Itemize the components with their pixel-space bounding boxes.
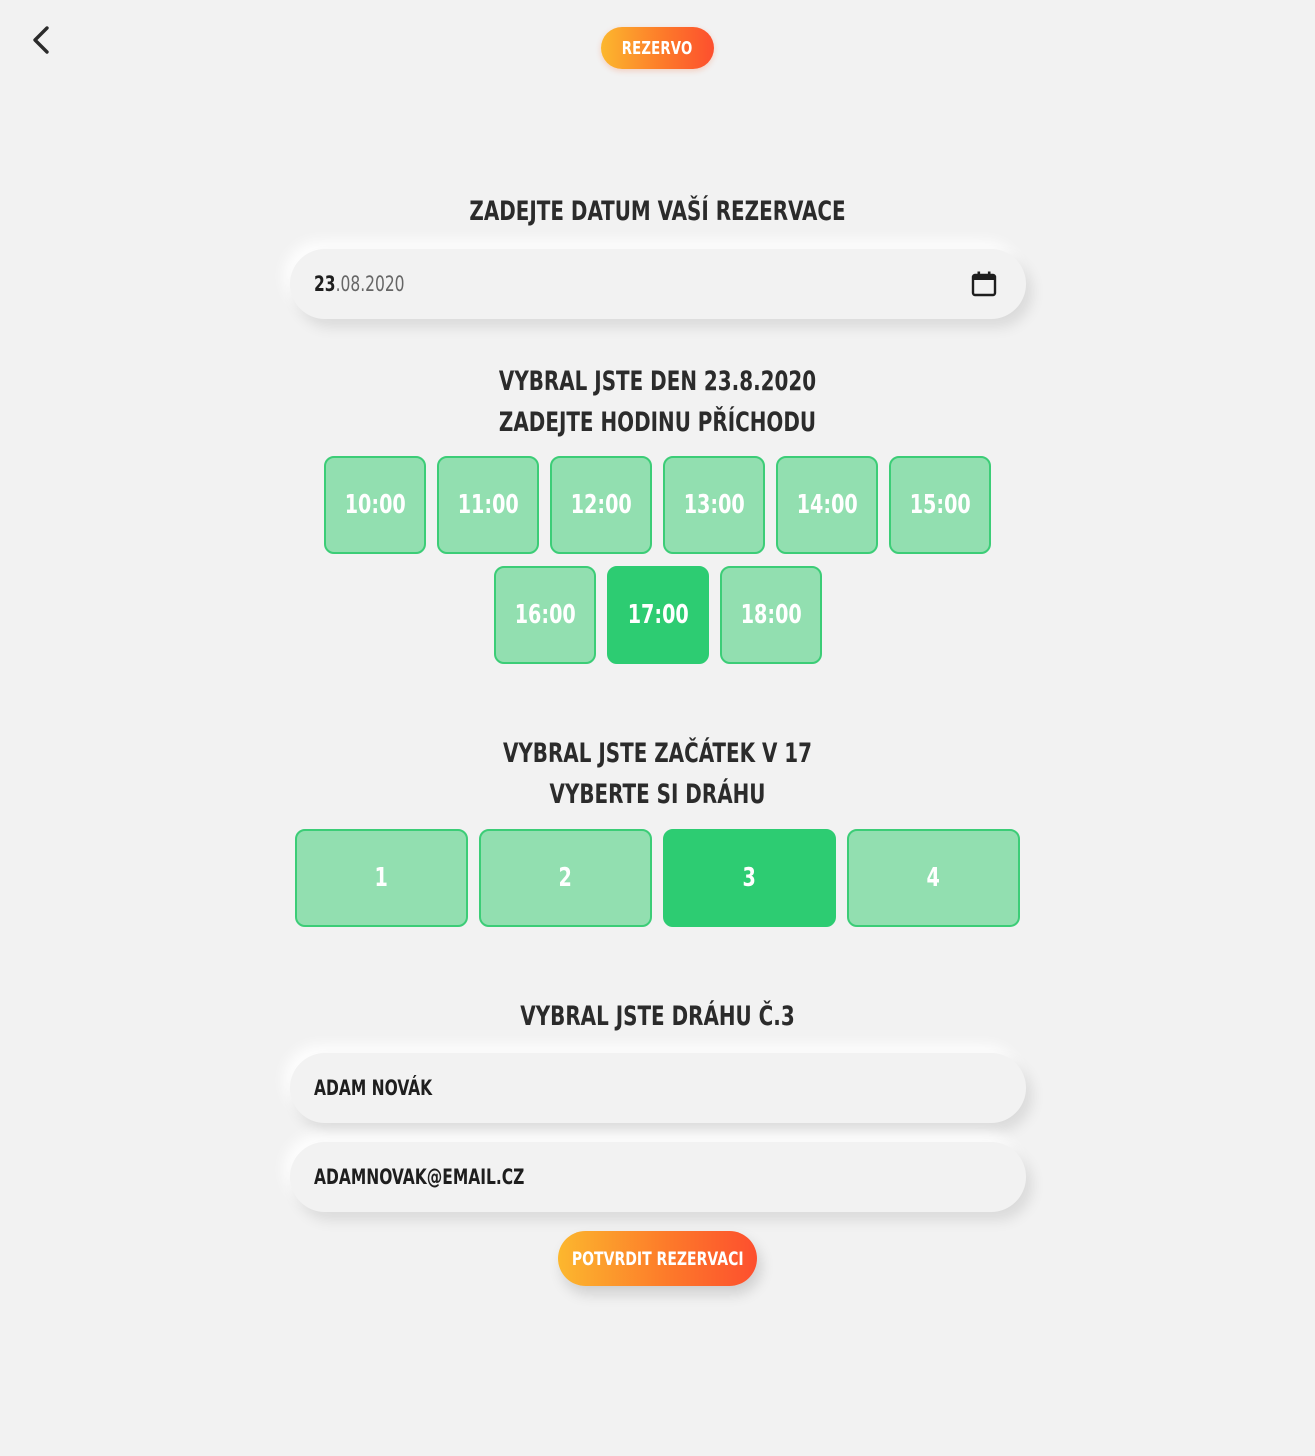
time-slot-label: 18:00 [740, 600, 802, 630]
lane-button-4[interactable]: 4 [847, 829, 1020, 927]
time-slot-label: 10:00 [344, 490, 406, 520]
selected-lane-heading: VYBRAL JSTE DRÁHU Č.3 [520, 1001, 795, 1032]
time-slot-label: 11:00 [457, 490, 519, 520]
lane-button-1[interactable]: 1 [295, 829, 468, 927]
confirm-reservation-button[interactable]: POTVRDIT REZERVACI [558, 1231, 757, 1286]
time-slot-label: 12:00 [570, 490, 632, 520]
selected-start-heading: VYBRAL JSTE ZAČÁTEK V 17 [502, 738, 813, 769]
lane-label: 4 [926, 863, 941, 893]
lane-label: 3 [742, 863, 757, 893]
lane-heading: VYBERTE SI DRÁHU [549, 779, 766, 810]
date-heading: ZADEJTE DATUM VAŠÍ REZERVACE [469, 196, 846, 227]
email-field[interactable]: ADAMNOVAK@EMAIL.CZ [290, 1142, 1026, 1212]
time-slot-label: 17:00 [627, 600, 689, 630]
calendar-icon[interactable] [970, 270, 998, 298]
time-slot-1000[interactable]: 10:00 [324, 456, 426, 554]
confirm-reservation-label: POTVRDIT REZERVACI [571, 1247, 744, 1270]
logo-label: REZERVO [622, 37, 693, 59]
time-slot-label: 16:00 [514, 600, 576, 630]
lane-label: 2 [558, 863, 573, 893]
lane-button-3-selected[interactable]: 3 [663, 829, 836, 927]
time-slot-1600[interactable]: 16:00 [494, 566, 596, 664]
back-button[interactable] [24, 22, 58, 58]
time-slot-label: 15:00 [909, 490, 971, 520]
name-value: ADAM NOVÁK [314, 1076, 433, 1100]
time-slot-1500[interactable]: 15:00 [889, 456, 991, 554]
date-value: 23.08.2020 [314, 272, 405, 296]
date-input[interactable]: 23.08.2020 [290, 249, 1026, 319]
date-rest: .08.2020 [335, 272, 405, 296]
time-slot-1200[interactable]: 12:00 [550, 456, 652, 554]
chevron-left-icon [33, 26, 49, 54]
time-slot-1300[interactable]: 13:00 [663, 456, 765, 554]
lane-button-2[interactable]: 2 [479, 829, 652, 927]
time-slot-1100[interactable]: 11:00 [437, 456, 539, 554]
time-slot-1700-selected[interactable]: 17:00 [607, 566, 709, 664]
time-slot-label: 13:00 [683, 490, 745, 520]
date-day: 23 [314, 272, 336, 296]
lane-label: 1 [374, 863, 389, 893]
reservation-page: REZERVO ZADEJTE DATUM VAŠÍ REZERVACE 23.… [0, 0, 1315, 1456]
selected-day-heading: VYBRAL JSTE DEN 23.8.2020 [498, 366, 817, 397]
logo-button[interactable]: REZERVO [601, 27, 714, 69]
time-slot-1400[interactable]: 14:00 [776, 456, 878, 554]
time-heading: ZADEJTE HODINU PŘÍCHODU [498, 407, 817, 438]
name-field[interactable]: ADAM NOVÁK [290, 1053, 1026, 1123]
time-slot-1800[interactable]: 18:00 [720, 566, 822, 664]
time-slot-label: 14:00 [796, 490, 858, 520]
email-value: ADAMNOVAK@EMAIL.CZ [314, 1165, 525, 1189]
